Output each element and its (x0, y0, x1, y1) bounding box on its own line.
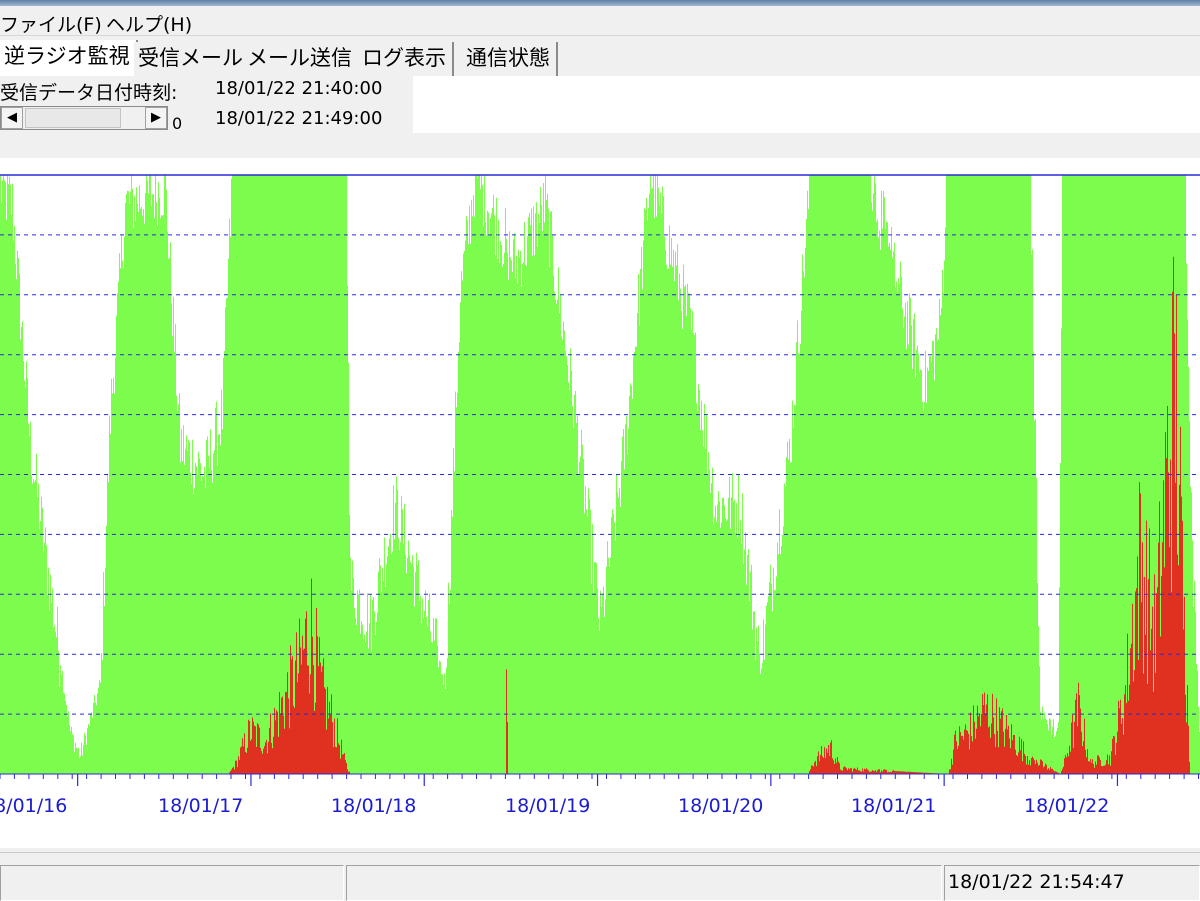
x-tick-label: 18/01/18 (331, 795, 416, 817)
x-tick-label: 18/01/17 (158, 795, 243, 817)
x-tick-labels: 18/01/16 18/01/17 18/01/18 18/01/19 18/01/20… (0, 795, 1109, 817)
x-axis (0, 774, 1199, 786)
scroll-value: 0 (172, 114, 183, 133)
time-scrollbar[interactable]: ◀ ▶ (0, 106, 168, 130)
scroll-left-button[interactable]: ◀ (1, 107, 23, 129)
x-tick-label: 18/01/19 (505, 795, 590, 817)
monitor-chart-svg: 18/01/16 18/01/17 18/01/18 18/01/19 18/01/20… (0, 174, 1200, 817)
scroll-thumb[interactable] (25, 108, 121, 128)
x-tick-label: 18/01/16 (0, 795, 67, 817)
scroll-right-button[interactable]: ▶ (145, 107, 167, 129)
monitor-chart: 18/01/16 18/01/17 18/01/18 18/01/19 18/01/20… (0, 158, 1200, 848)
received-date-label: 受信データ日付時刻: (0, 82, 178, 104)
tab-log-view[interactable]: ログ表示 (358, 42, 454, 76)
info-display-box (413, 76, 1200, 133)
info-panel: 受信データ日付時刻: 18/01/22 21:40:00 18/01/22 21… (0, 76, 1200, 146)
time-end-value: 18/01/22 21:49:00 (215, 108, 383, 129)
arrow-right-icon: ▶ (151, 110, 161, 125)
status-bar: 18/01/22 21:54:47 (0, 852, 1200, 901)
tab-reverse-radio-monitor[interactable]: 逆ラジオ監視 (0, 40, 138, 76)
tab-send-mail[interactable]: メール送信 (243, 42, 360, 76)
x-tick-label: 18/01/22 (1024, 795, 1109, 817)
menu-bar: ファイル(F) ヘルプ(H) (0, 6, 1200, 36)
status-pane-1 (0, 865, 344, 901)
menu-help[interactable]: ヘルプ(H) (106, 10, 192, 37)
time-start-value: 18/01/22 21:40:00 (215, 78, 383, 99)
menu-file[interactable]: ファイル(F) (0, 10, 102, 37)
x-tick-label: 18/01/20 (678, 795, 763, 817)
status-time: 18/01/22 21:54:47 (948, 871, 1125, 893)
arrow-left-icon: ◀ (7, 110, 17, 125)
tab-received-mail[interactable]: 受信メール (134, 42, 251, 76)
x-tick-label: 18/01/21 (851, 795, 936, 817)
tab-connection-status[interactable]: 通信状態 (462, 42, 558, 76)
status-pane-2 (346, 865, 942, 901)
tab-strip: 逆ラジオ監視 受信メール メール送信 ログ表示 通信状態 (0, 40, 1200, 76)
